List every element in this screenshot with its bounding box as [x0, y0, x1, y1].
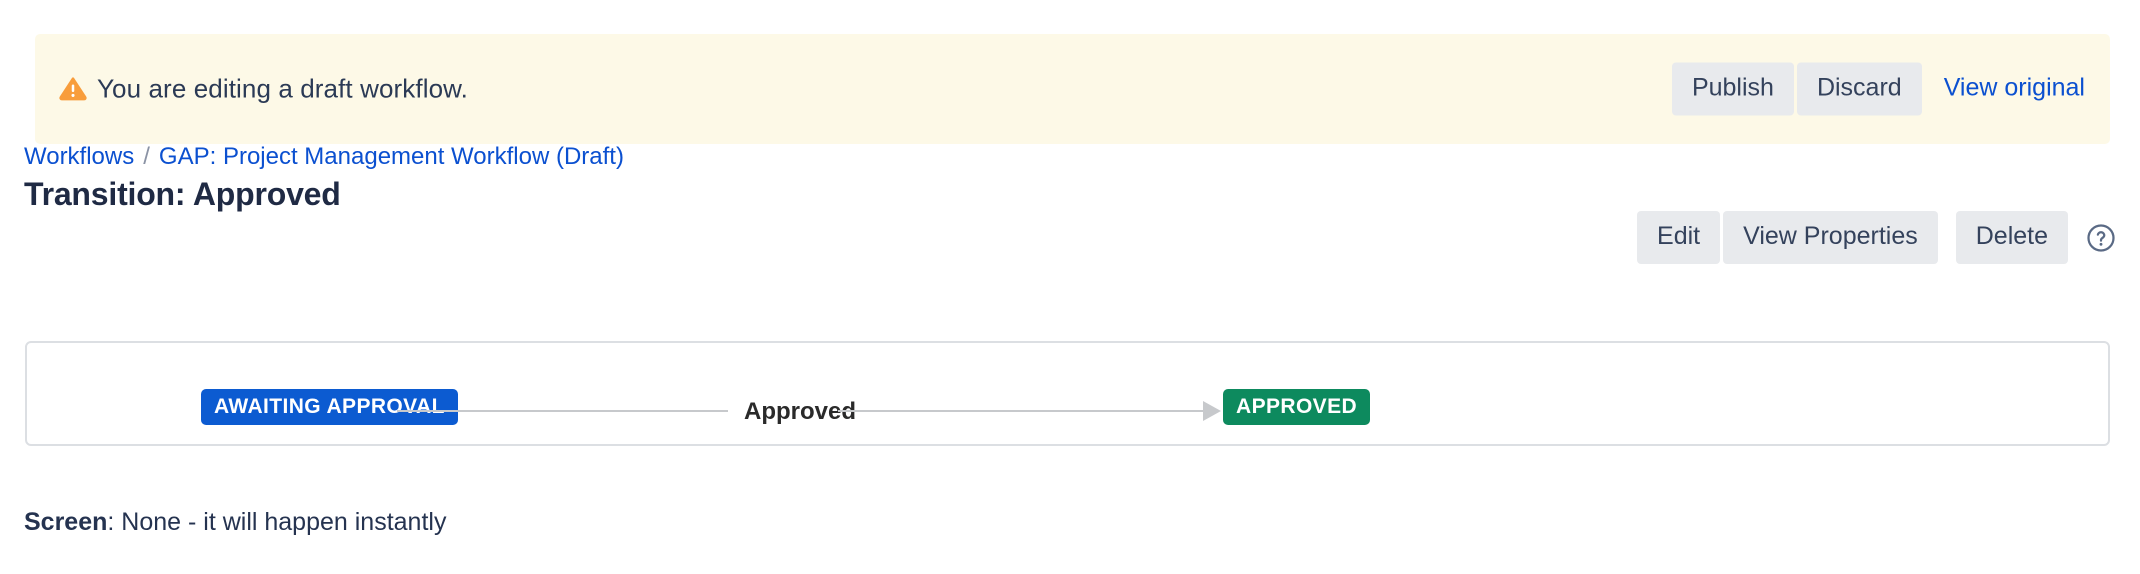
breadcrumb-separator: / [143, 143, 150, 170]
edit-button[interactable]: Edit [1637, 211, 1721, 264]
page-title: Transition: Approved [24, 176, 341, 212]
breadcrumb-item-current-workflow[interactable]: GAP: Project Management Workflow (Draft) [159, 143, 624, 171]
banner-button-group: Publish Discard [1671, 62, 1922, 116]
breadcrumb: Workflows / GAP: Project Management Work… [24, 143, 624, 171]
transition-flow: AWAITING APPROVAL Approved APPROVED [27, 343, 2108, 444]
publish-button[interactable]: Publish [1671, 62, 1794, 116]
workflow-transition-page: You are editing a draft workflow. Publis… [0, 0, 2140, 574]
edit-properties-button-group: Edit View Properties [1637, 211, 1938, 264]
question-circle-icon[interactable] [2086, 223, 2116, 253]
banner-actions: Publish Discard View original [1671, 61, 2093, 118]
screen-label: Screen [24, 508, 108, 536]
status-badge-to[interactable]: APPROVED [1223, 389, 1371, 425]
arrow-head-icon [1203, 401, 1221, 421]
warning-triangle-icon [59, 77, 87, 101]
connector-line-right [838, 410, 1207, 412]
banner-message: You are editing a draft workflow. [97, 73, 468, 104]
breadcrumb-item-workflows[interactable]: Workflows [24, 143, 134, 171]
view-original-link[interactable]: View original [1922, 61, 2093, 118]
view-properties-button[interactable]: View Properties [1723, 211, 1938, 264]
connector-line-left [397, 410, 728, 412]
status-badge-from[interactable]: AWAITING APPROVAL [201, 389, 458, 425]
draft-workflow-banner: You are editing a draft workflow. Publis… [35, 34, 2110, 144]
header-actions: Edit View Properties Delete [1637, 211, 2116, 264]
transition-diagram-panel: AWAITING APPROVAL Approved APPROVED [25, 341, 2110, 446]
screen-value: : None - it will happen instantly [107, 508, 447, 536]
discard-button[interactable]: Discard [1796, 62, 1922, 116]
delete-button[interactable]: Delete [1955, 211, 2068, 264]
screen-detail-line: Screen: None - it will happen instantly [24, 508, 446, 537]
transition-name-label: Approved [744, 398, 857, 425]
